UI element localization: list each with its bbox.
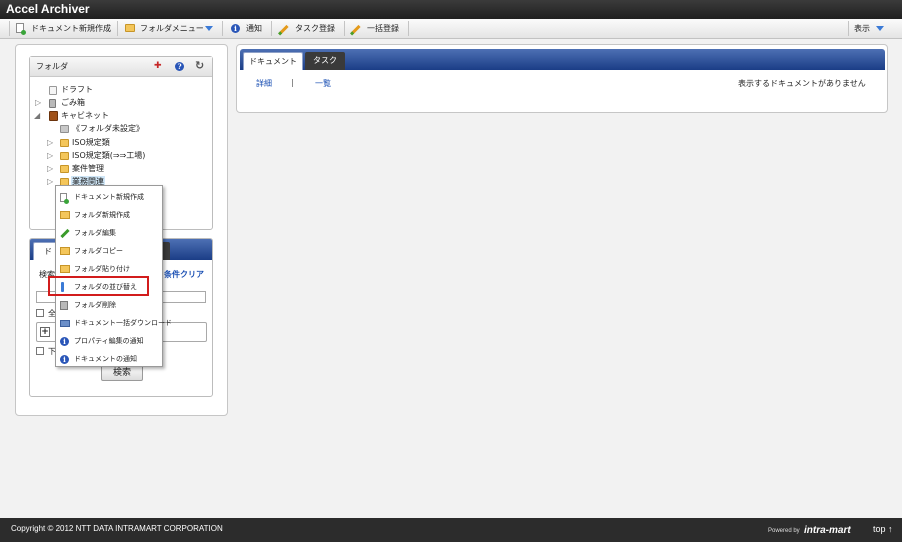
app-title-bar: Accel Archiver <box>0 0 902 19</box>
chevron-down-icon <box>876 26 884 31</box>
chevron-down-icon <box>205 26 213 31</box>
tab-task[interactable]: タスク <box>305 52 345 70</box>
new-folder-icon <box>60 211 70 219</box>
folder-icon <box>125 24 135 32</box>
download-icon <box>60 320 70 327</box>
empty-message: 表示するドキュメントがありません <box>738 79 866 88</box>
draft-icon <box>49 86 57 95</box>
info-icon: i <box>60 337 69 346</box>
toolbar-separator <box>9 21 10 36</box>
app-title: Accel Archiver <box>6 2 90 16</box>
subfolder-checkbox[interactable] <box>36 347 44 355</box>
copyright-text: Copyright © 2012 NTT DATA INTRAMART CORP… <box>11 524 223 533</box>
intramart-logo: intra-mart <box>804 525 851 536</box>
menu-item-copy-folder[interactable]: フォルダコピー <box>56 242 162 260</box>
notify-button[interactable]: i 通知 <box>228 19 268 38</box>
folder-unset-icon <box>60 125 69 133</box>
paste-folder-icon <box>60 265 70 273</box>
top-link[interactable]: top ↑ <box>873 524 893 534</box>
menu-item-bulk-download[interactable]: ドキュメント一括ダウンロード <box>56 314 172 332</box>
footer: Copyright © 2012 NTT DATA INTRAMART CORP… <box>0 518 902 542</box>
help-icon[interactable]: ? <box>175 62 184 71</box>
trash-icon <box>49 99 56 108</box>
menu-item-new-folder[interactable]: フォルダ新規作成 <box>56 206 162 224</box>
folder-menu-button[interactable]: フォルダメニュー <box>122 19 218 38</box>
view-separator: | <box>291 78 294 87</box>
main-toolbar: ドキュメント新規作成 フォルダメニュー i 通知 タスク登録 一括登録 表示 <box>0 19 902 39</box>
check-all-checkbox[interactable] <box>36 309 44 317</box>
toolbar-separator <box>271 21 272 36</box>
toolbar-separator <box>848 21 849 36</box>
pencil-icon <box>279 24 289 35</box>
folder-icon <box>60 152 69 160</box>
toolbar-separator <box>408 21 409 36</box>
expand-arrow-icon[interactable]: ▷ <box>47 163 53 175</box>
view-menu-button[interactable]: 表示 <box>854 19 894 38</box>
cabinet-icon <box>49 111 58 121</box>
menu-item-edit-folder[interactable]: フォルダ編集 <box>56 224 162 242</box>
toolbar-separator <box>117 21 118 36</box>
highlight-box <box>48 276 149 296</box>
bulk-register-button[interactable]: 一括登録 <box>349 19 407 38</box>
new-document-icon <box>60 193 69 204</box>
menu-item-property-notify[interactable]: i プロパティ編集の通知 <box>56 332 162 350</box>
menu-item-delete-folder[interactable]: フォルダ削除 <box>56 296 162 314</box>
edit-pencil-icon <box>60 228 70 239</box>
list-view-link[interactable]: 一覧 <box>315 78 331 89</box>
info-icon: i <box>60 355 69 364</box>
toolbar-separator <box>222 21 223 36</box>
folder-icon <box>60 139 69 147</box>
refresh-icon[interactable]: ↻ <box>195 60 204 72</box>
folder-panel-header: フォルダ ✚ ? ↻ <box>30 57 212 77</box>
powered-by-text: Powered by <box>768 528 800 534</box>
pencil-icon <box>351 24 361 35</box>
pin-icon[interactable]: ✚ <box>154 62 162 71</box>
expand-arrow-icon[interactable]: ▷ <box>47 137 53 149</box>
copy-folder-icon <box>60 247 70 255</box>
add-condition-icon[interactable]: + <box>40 327 50 337</box>
collapse-arrow-icon[interactable]: ◢ <box>34 110 40 122</box>
expand-arrow-icon[interactable]: ▷ <box>35 97 41 109</box>
folder-tree: ドラフト ▷ ごみ箱 ◢ キャビネット 《フォルダ未設定》 ▷ ISO規定類 ▷… <box>34 85 146 188</box>
new-document-icon <box>16 23 26 35</box>
expand-arrow-icon[interactable]: ▷ <box>47 176 53 188</box>
toolbar-separator <box>344 21 345 36</box>
right-tab-bar: ドキュメント タスク <box>240 49 885 70</box>
folder-icon <box>60 165 69 173</box>
folder-panel-title: フォルダ <box>36 62 68 71</box>
info-icon: i <box>231 24 240 33</box>
expand-arrow-icon[interactable]: ▷ <box>47 150 53 162</box>
menu-item-document-notify[interactable]: i ドキュメントの通知 <box>56 350 162 368</box>
detail-view-link[interactable]: 詳細 <box>256 78 272 89</box>
task-register-button[interactable]: タスク登録 <box>277 19 343 38</box>
tab-document[interactable]: ドキュメント <box>243 52 303 70</box>
new-document-button[interactable]: ドキュメント新規作成 <box>14 19 117 38</box>
delete-icon <box>60 301 68 310</box>
menu-item-new-document[interactable]: ドキュメント新規作成 <box>56 188 162 206</box>
clear-conditions-link[interactable]: 条件クリア <box>164 269 204 280</box>
